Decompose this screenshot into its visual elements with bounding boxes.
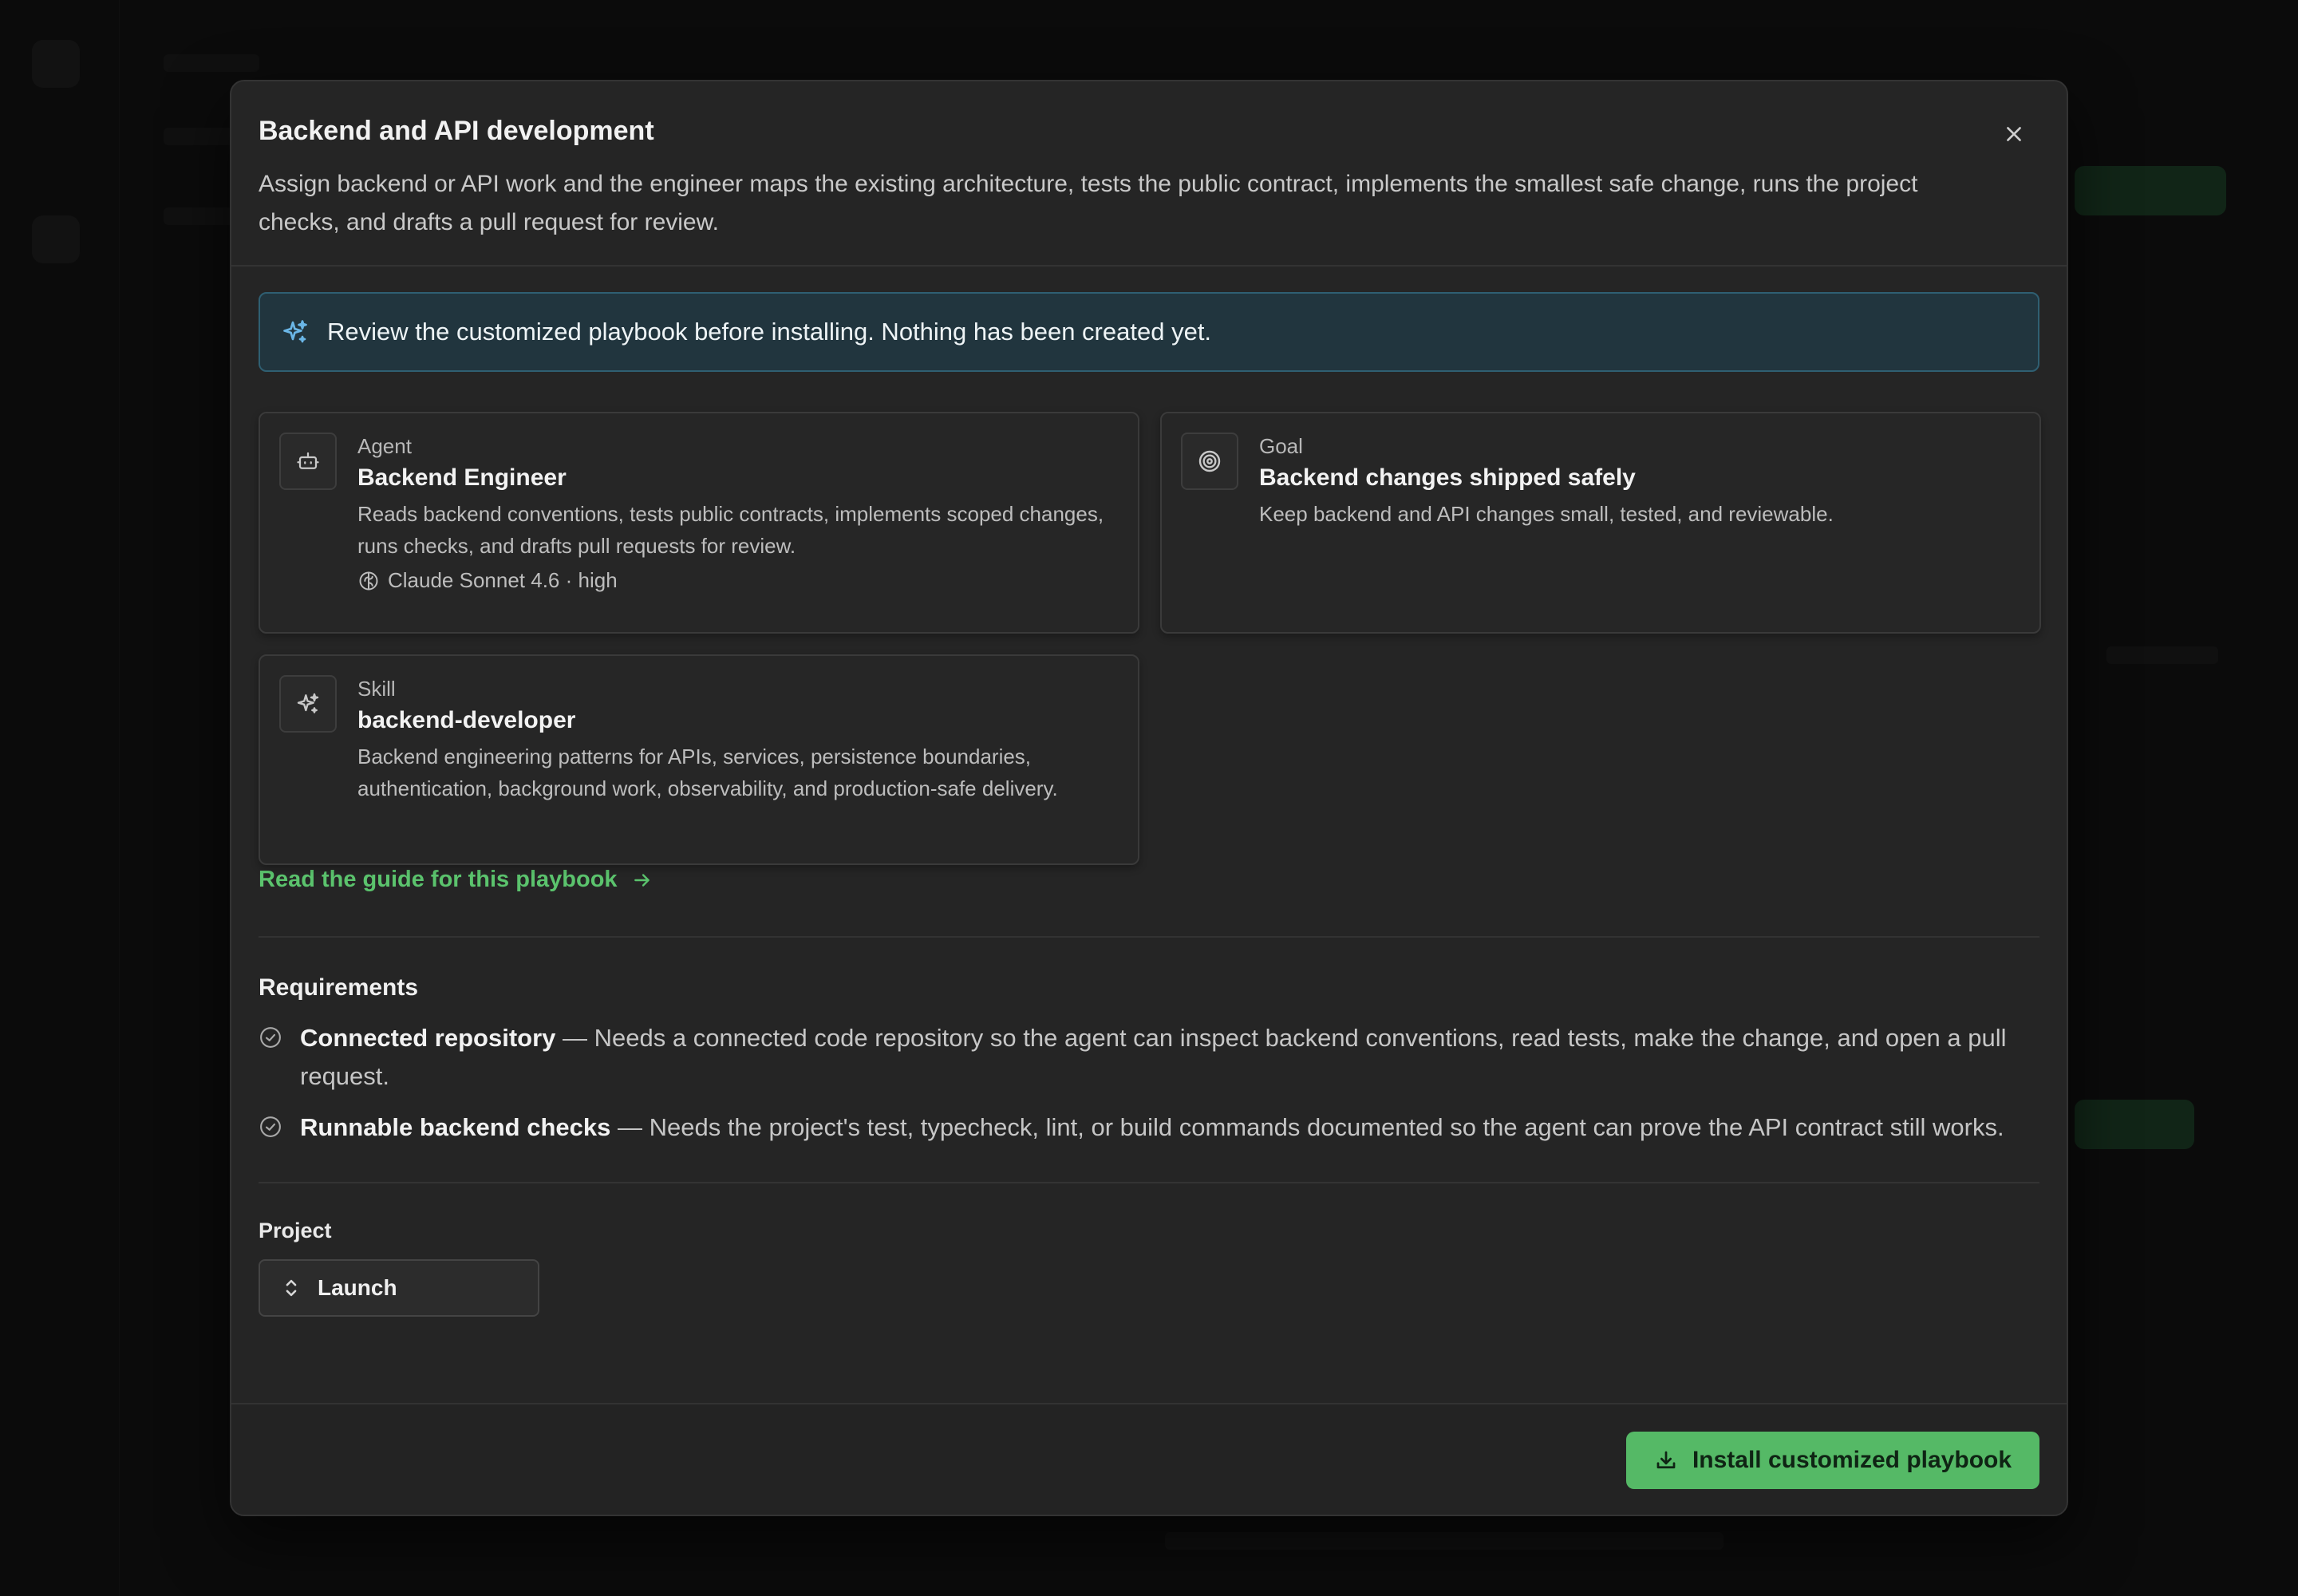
- install-button-label: Install customized playbook: [1692, 1447, 2012, 1473]
- requirement-item: Runnable backend checks — Needs the proj…: [259, 1108, 2046, 1147]
- modal-description: Assign backend or API work and the engin…: [259, 170, 1918, 235]
- skill-card[interactable]: Skill backend-developer Backend engineer…: [259, 654, 1139, 865]
- brain-icon: [359, 571, 378, 590]
- agent-card[interactable]: Agent Backend Engineer Reads backend con…: [259, 412, 1139, 634]
- card-kind: Agent: [357, 434, 412, 458]
- goal-card[interactable]: Goal Backend changes shipped safely Keep…: [1160, 412, 2041, 634]
- requirement-item: Connected repository — Needs a connected…: [259, 1019, 2046, 1096]
- card-kind: Skill: [357, 677, 396, 701]
- card-description: Keep backend and API changes small, test…: [1259, 502, 1834, 526]
- divider: [259, 936, 2039, 938]
- bot-icon: [297, 452, 319, 469]
- playbook-items: Agent Backend Engineer Reads backend con…: [259, 412, 2041, 867]
- close-icon: [2007, 127, 2021, 141]
- modal-header: Backend and API development Assign backe…: [231, 81, 2067, 267]
- project-select[interactable]: Launch: [259, 1259, 539, 1317]
- requirement-name: Connected repository: [300, 1024, 556, 1052]
- card-description: Reads backend conventions, tests public …: [357, 502, 1104, 558]
- target-icon: [1198, 450, 1221, 472]
- guide-link[interactable]: Read the guide for this playbook: [259, 867, 653, 893]
- playbook-modal: Backend and API development Assign backe…: [230, 80, 2068, 1516]
- card-title: backend-developer: [357, 707, 576, 733]
- card-title: Backend changes shipped safely: [1259, 464, 1636, 491]
- banner-text: Review the customized playbook before in…: [327, 318, 1212, 346]
- requirements-title: Requirements: [259, 974, 419, 1001]
- close-button[interactable]: [1995, 115, 2033, 153]
- install-playbook-button[interactable]: Install customized playbook: [1626, 1432, 2039, 1489]
- card-kind: Goal: [1259, 434, 1303, 458]
- model-label: Claude Sonnet 4.6 · high: [388, 568, 618, 592]
- arrow-right-icon: [634, 873, 650, 887]
- requirement-name: Runnable backend checks: [300, 1113, 611, 1141]
- sparkles-icon: [297, 693, 319, 713]
- model-info: Claude Sonnet 4.6 · high: [357, 568, 1117, 593]
- sparkles-icon: [283, 320, 307, 343]
- divider: [259, 1182, 2039, 1183]
- check-circle-icon: [260, 1027, 281, 1048]
- check-circle-icon: [260, 1116, 281, 1137]
- card-title: Backend Engineer: [357, 464, 567, 491]
- modal-footer: Install customized playbook: [231, 1403, 2067, 1515]
- info-banner: Review the customized playbook before in…: [259, 292, 2039, 372]
- project-selected-value: Launch: [318, 1275, 397, 1300]
- card-description: Backend engineering patterns for APIs, s…: [357, 745, 1058, 800]
- guide-link-label: Read the guide for this playbook: [259, 867, 618, 892]
- requirement-text: — Needs a connected code repository so t…: [300, 1024, 2007, 1090]
- requirement-text: — Needs the project's test, typecheck, l…: [610, 1113, 2004, 1141]
- download-icon: [1656, 1451, 1676, 1469]
- chevrons-up-down-icon: [286, 1279, 297, 1297]
- modal-title: Backend and API development: [259, 116, 654, 146]
- project-label: Project: [259, 1219, 332, 1242]
- modal-body: Review the customized playbook before in…: [231, 267, 2067, 1317]
